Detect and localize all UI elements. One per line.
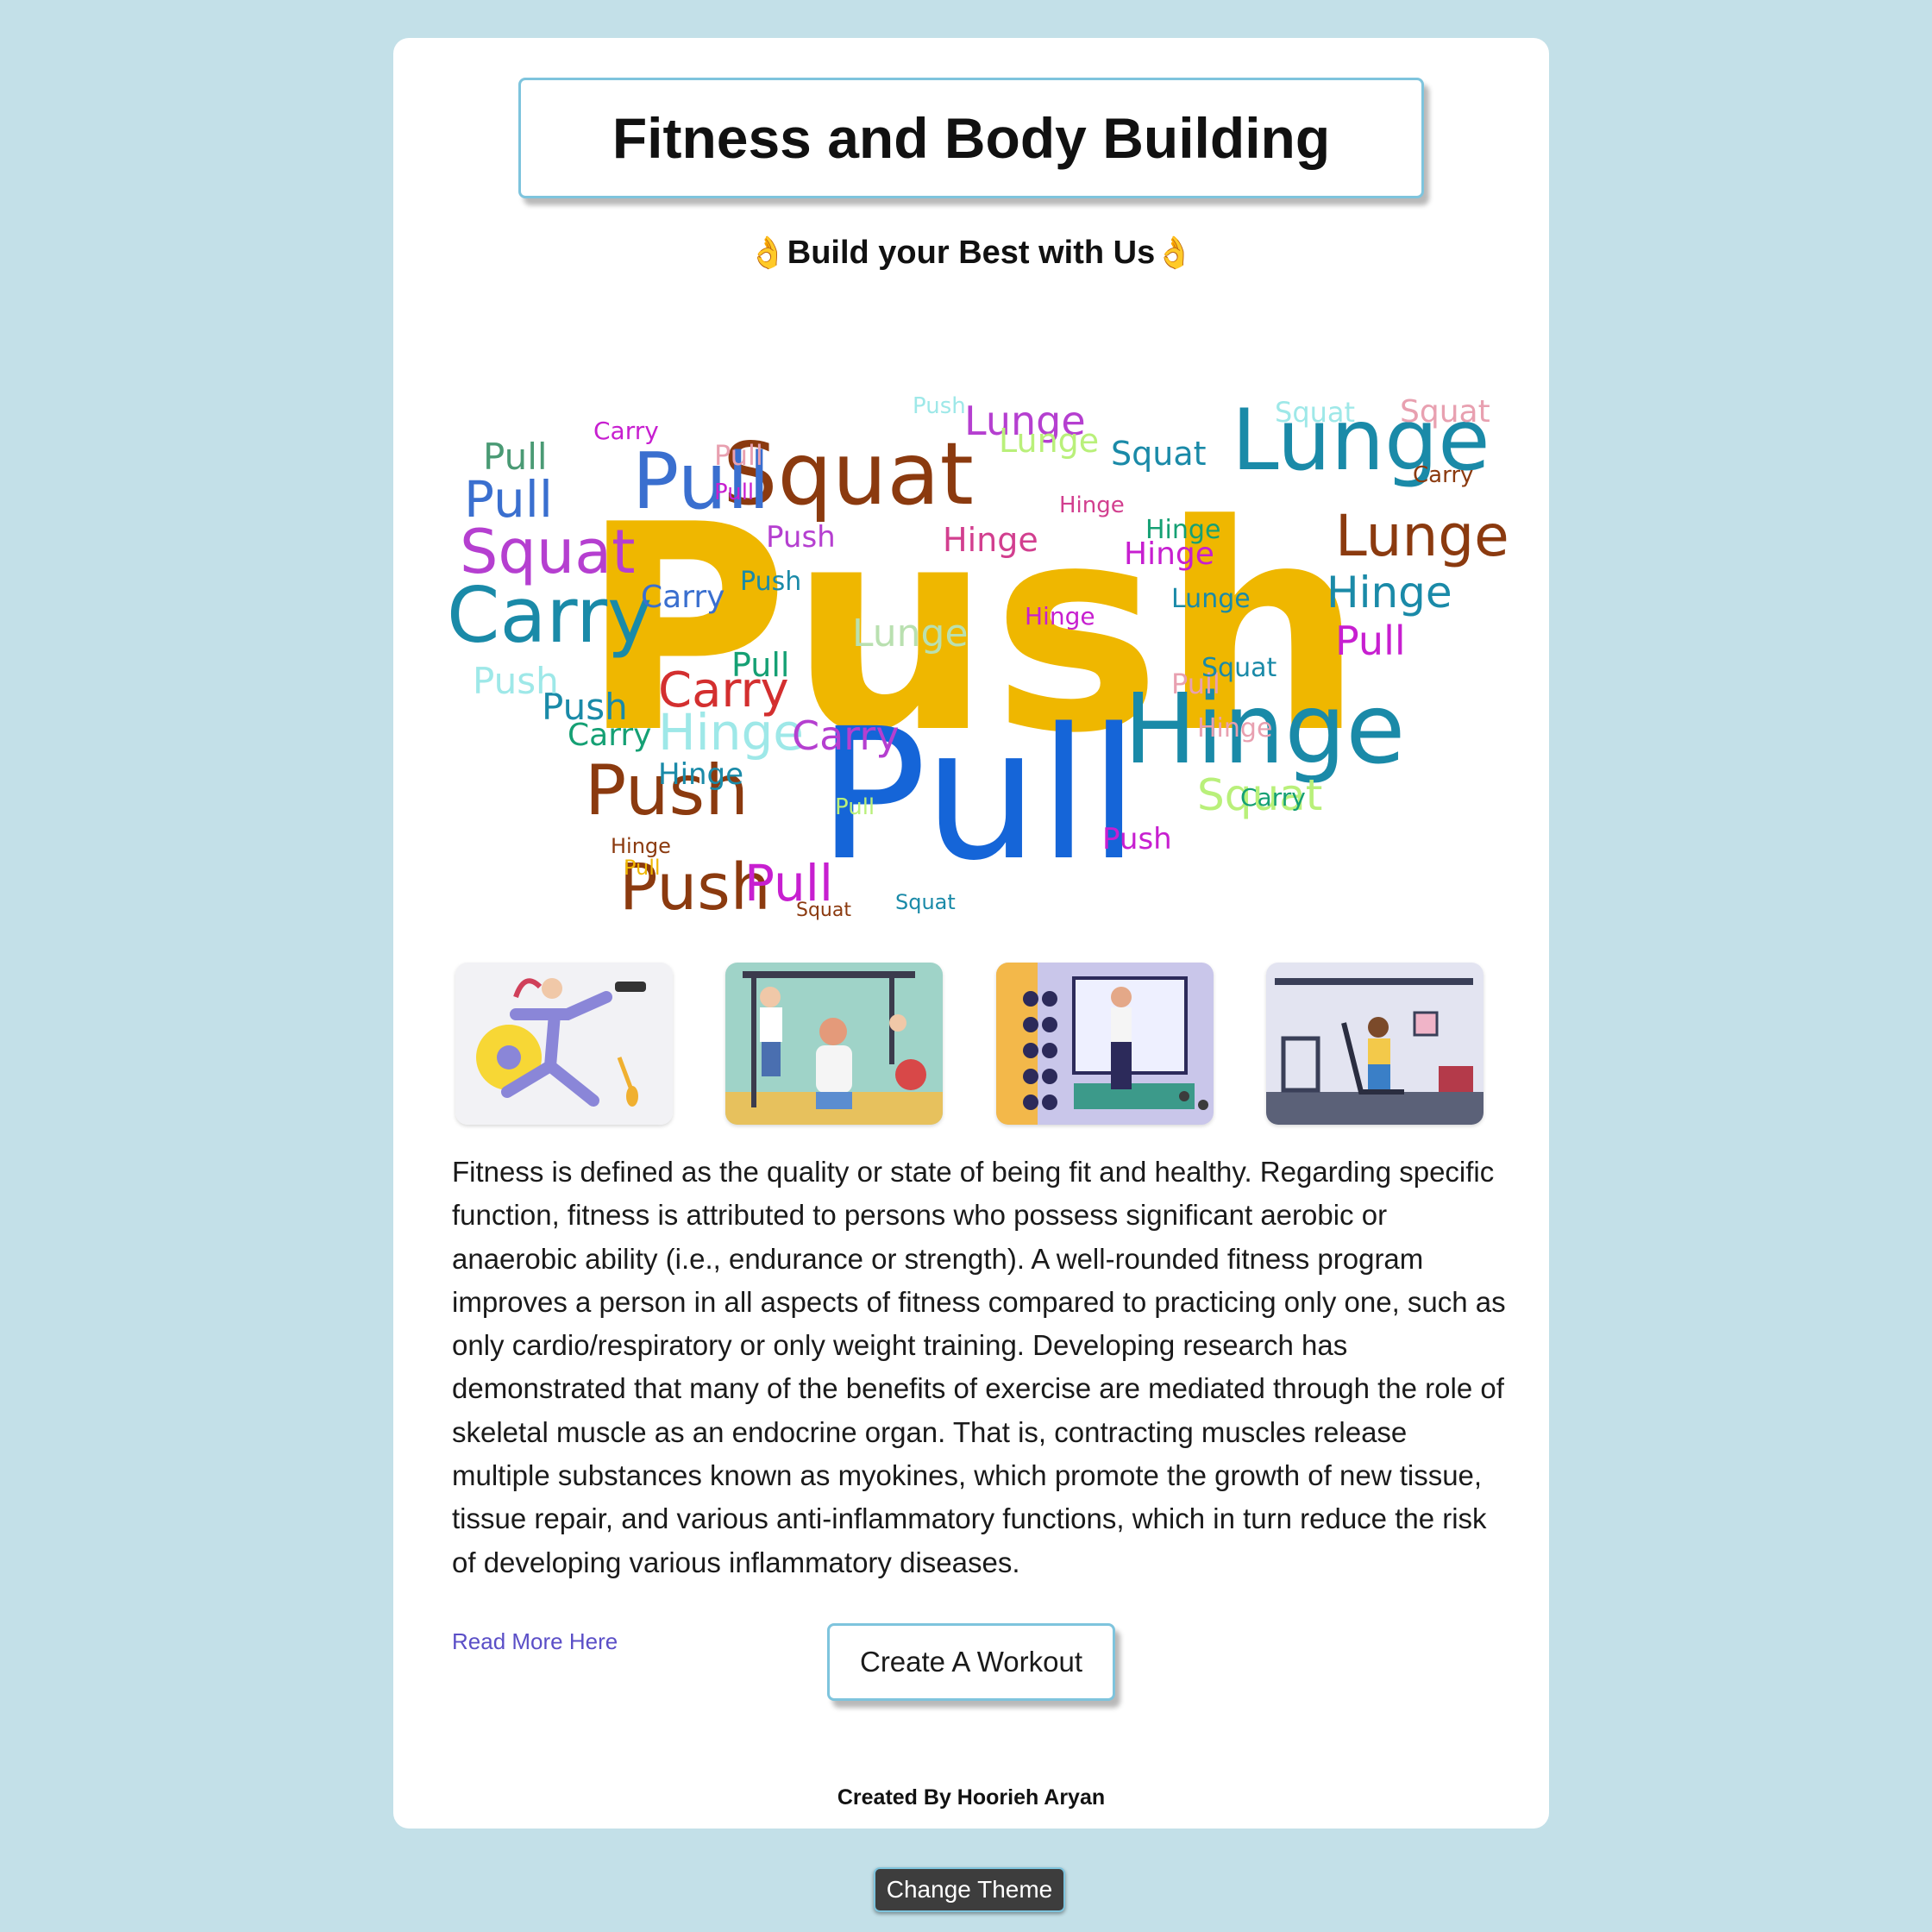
- title-box: Fitness and Body Building: [518, 78, 1424, 198]
- word-squat: Squat: [1275, 396, 1355, 429]
- word-push: Push: [766, 520, 836, 555]
- tagline: 👌Build your Best with Us👌: [393, 235, 1549, 272]
- word-pull: Pull: [483, 436, 548, 478]
- ok-hand-icon: 👌: [1155, 235, 1195, 271]
- gallery-image: [725, 963, 944, 1125]
- page-title: Fitness and Body Building: [612, 106, 1331, 170]
- word-hinge: Hinge: [1327, 568, 1452, 618]
- read-more-link[interactable]: Read More Here: [452, 1628, 618, 1655]
- word-hinge: Hinge: [943, 521, 1038, 559]
- word-hinge: Hinge: [1145, 515, 1220, 545]
- word-hinge: Hinge: [658, 757, 743, 792]
- word-pull: Pull: [731, 646, 789, 684]
- word-push: Push: [1102, 822, 1172, 856]
- author-credit: Created By Hoorieh Aryan: [837, 1785, 1106, 1810]
- word-squat: Squat: [1400, 394, 1490, 430]
- word-carry: Carry: [641, 580, 724, 615]
- gallery-image: [995, 963, 1214, 1125]
- word-squat: Squat: [796, 900, 851, 921]
- word-lunge: Lunge: [999, 422, 1099, 460]
- elliptical-illustration: [1265, 963, 1484, 1125]
- gallery-image: [455, 963, 673, 1125]
- word-carry: Carry: [792, 712, 900, 759]
- word-push: Push: [740, 567, 801, 597]
- fitness-description: Fitness is defined as the quality or sta…: [452, 1156, 1506, 1578]
- tagline-text: Build your Best with Us: [787, 235, 1156, 271]
- lunge-illustration: [455, 963, 673, 1125]
- main-card: Fitness and Body Building 👌Build your Be…: [393, 38, 1549, 1828]
- word-carry: Carry: [593, 417, 659, 445]
- word-squat: Squat: [1201, 653, 1276, 683]
- create-workout-button[interactable]: Create A Workout: [827, 1623, 1115, 1701]
- word-carry: Carry: [568, 718, 651, 753]
- word-hinge: Hinge: [611, 834, 671, 858]
- word-cloud: Push Pull Squat Lunge Hinge Carry Pull S…: [438, 357, 1508, 944]
- gym-illustration: [725, 963, 944, 1125]
- word-pull: Pull: [714, 480, 754, 505]
- word-carry: Carry: [1240, 783, 1306, 812]
- ok-hand-icon: 👌: [748, 235, 787, 271]
- word-hinge: Hinge: [1197, 713, 1272, 743]
- word-hinge: Hinge: [658, 703, 804, 762]
- word-lunge: Lunge: [1171, 584, 1251, 614]
- word-hinge: Hinge: [1025, 602, 1095, 630]
- word-pull: Pull: [464, 470, 553, 529]
- gallery-image: [1265, 963, 1484, 1125]
- word-squat: Squat: [1111, 435, 1207, 473]
- word-lunge: Lunge: [1335, 503, 1508, 569]
- word-push: Push: [473, 660, 559, 702]
- word-pull: Pull: [1335, 618, 1406, 664]
- word-hinge: Hinge: [1059, 492, 1125, 518]
- word-lunge: Lunge: [852, 612, 969, 656]
- word-squat: Squat: [895, 890, 956, 914]
- word-pull: Pull: [624, 856, 661, 880]
- word-pull: Pull: [835, 794, 875, 820]
- word-cloud-words: Push Pull Squat Lunge Hinge Carry Pull S…: [447, 392, 1508, 925]
- dumbbell-illustration: [995, 963, 1214, 1125]
- word-carry: Carry: [1413, 462, 1473, 488]
- change-theme-button[interactable]: Change Theme: [874, 1867, 1065, 1912]
- word-pull: Pull: [714, 439, 763, 472]
- word-cloud-graphic: Push Pull Squat Lunge Hinge Carry Pull S…: [447, 392, 1508, 925]
- word-push: Push: [913, 393, 966, 419]
- image-gallery: [455, 963, 1484, 1125]
